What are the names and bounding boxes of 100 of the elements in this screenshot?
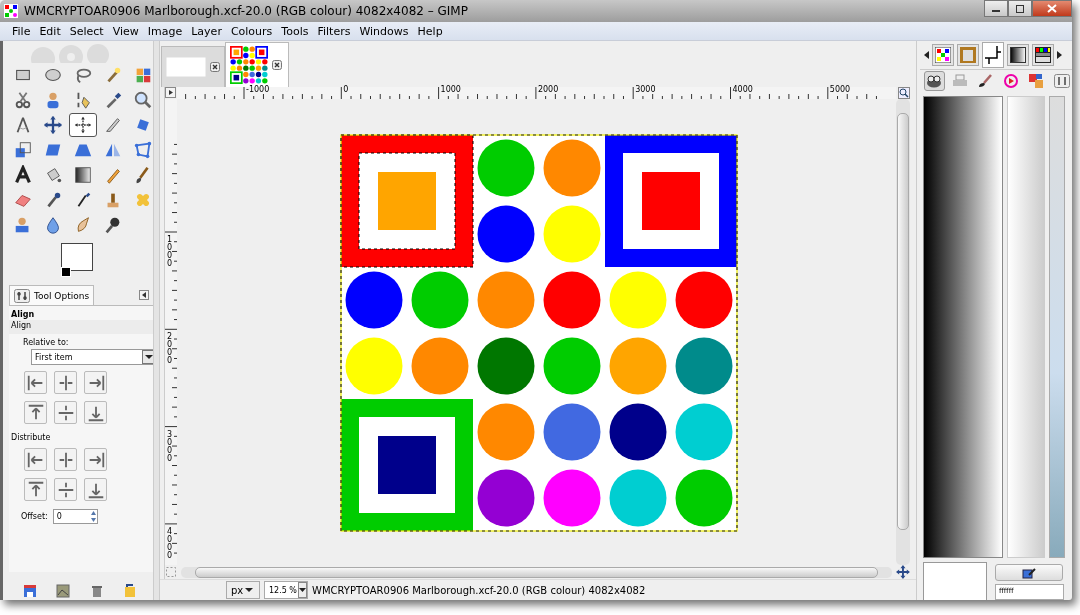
colour-swatch[interactable] bbox=[923, 562, 987, 600]
right-arrow-icon[interactable] bbox=[1057, 51, 1062, 59]
panel-menu-icon[interactable] bbox=[139, 290, 149, 300]
caret-icon bbox=[245, 587, 254, 593]
ruler-label: 2000 bbox=[167, 333, 173, 366]
menu-item[interactable]: File bbox=[8, 24, 36, 38]
reset-icon[interactable] bbox=[123, 584, 138, 598]
artwork-drawing[interactable] bbox=[339, 134, 738, 532]
align-button[interactable] bbox=[24, 401, 47, 424]
scale-icon bbox=[13, 140, 33, 160]
move-icon bbox=[43, 115, 63, 135]
ruler-label: -1000 bbox=[246, 85, 270, 95]
vertical-scrollbar[interactable] bbox=[896, 99, 910, 565]
close-icon bbox=[1047, 4, 1057, 13]
colour-squares-icon bbox=[1029, 74, 1044, 88]
dropper-icon bbox=[1022, 566, 1036, 579]
dock-tab[interactable] bbox=[982, 42, 1004, 68]
status-text: WMCRYPTOAR0906 Marlborough.xcf-20.0 (RGB colour) 4082x4082 bbox=[312, 584, 646, 596]
ruler-label: 3000 bbox=[635, 85, 656, 95]
creature-icon bbox=[926, 74, 943, 88]
distribute-button[interactable] bbox=[84, 448, 107, 471]
navigate-icon[interactable] bbox=[896, 565, 910, 579]
gradient-icon bbox=[73, 165, 93, 185]
panel-title: Align bbox=[10, 309, 36, 320]
sliders-icon bbox=[14, 288, 30, 303]
gradient-icon bbox=[1010, 47, 1026, 63]
menu-item[interactable]: Tools bbox=[277, 24, 314, 38]
menu-item[interactable]: Help bbox=[413, 24, 448, 38]
path-icon bbox=[985, 46, 1001, 64]
zoom-icon[interactable] bbox=[898, 87, 910, 99]
colour-grid-icon bbox=[935, 47, 951, 63]
distribute-button[interactable] bbox=[54, 478, 77, 501]
menu-item[interactable]: Colours bbox=[226, 24, 278, 38]
colour-picker-button[interactable] bbox=[995, 564, 1063, 581]
tab-label: Tool Options bbox=[34, 290, 90, 301]
ruler-label: 4000 bbox=[167, 527, 173, 560]
align-button[interactable] bbox=[84, 401, 107, 424]
section-label: Align bbox=[9, 320, 153, 334]
menu-item[interactable]: View bbox=[108, 24, 144, 38]
ruler-label: 0 bbox=[343, 85, 349, 95]
blank-thumbnail bbox=[166, 57, 206, 77]
section-label: Distribute bbox=[10, 432, 52, 442]
field-label: Offset: bbox=[21, 512, 48, 521]
image-tab[interactable] bbox=[225, 42, 289, 87]
menu-item[interactable]: Windows bbox=[355, 24, 414, 38]
window-title: WMCRYPTOAR0906 Marlborough.xcf-20.0 (RGB colour) 4082x4082 – GIMP bbox=[24, 4, 468, 18]
menu-item[interactable]: Image bbox=[143, 24, 188, 38]
brush-icon bbox=[977, 74, 994, 88]
artwork-thumbnail bbox=[230, 46, 268, 84]
ruler-menu-icon[interactable] bbox=[165, 87, 177, 99]
up-down-arrows-icon bbox=[89, 510, 97, 523]
ruler-label: 5000 bbox=[829, 85, 851, 95]
palette-icon bbox=[1035, 47, 1051, 63]
field-label: Relative to: bbox=[22, 337, 70, 349]
dock-tab[interactable] bbox=[932, 44, 954, 66]
maximize-button[interactable] bbox=[1008, 0, 1032, 17]
trash-icon[interactable] bbox=[89, 584, 104, 598]
printer-icon bbox=[951, 74, 968, 88]
maximize-icon bbox=[1015, 4, 1025, 13]
horizontal-scrollbar[interactable] bbox=[180, 566, 893, 578]
unit-dropdown[interactable]: px bbox=[226, 581, 260, 599]
align-button[interactable] bbox=[54, 401, 77, 424]
close-icon[interactable] bbox=[210, 62, 220, 72]
offset-spinner[interactable]: 0 bbox=[52, 509, 98, 524]
close-icon[interactable] bbox=[272, 60, 282, 70]
minimize-button[interactable] bbox=[984, 0, 1008, 17]
dock-tab[interactable] bbox=[1032, 44, 1054, 66]
menu-item[interactable]: Filters bbox=[313, 24, 356, 38]
zoom-dropdown[interactable]: 12.5 % bbox=[264, 581, 308, 599]
align-button[interactable] bbox=[84, 371, 107, 394]
distribute-button[interactable] bbox=[84, 478, 107, 501]
dock-tab[interactable] bbox=[1007, 44, 1029, 66]
ruler-label: 3000 bbox=[167, 430, 173, 463]
menu-item[interactable]: Layer bbox=[187, 24, 227, 38]
knife-icon bbox=[103, 115, 123, 135]
menu-item[interactable]: Edit bbox=[35, 24, 66, 38]
ruler-label: 1000 bbox=[440, 85, 461, 95]
close-button[interactable] bbox=[1032, 0, 1072, 17]
clipboard-icon bbox=[960, 47, 976, 63]
distribute-button[interactable] bbox=[24, 478, 47, 501]
ruler-label: 1000 bbox=[167, 236, 173, 268]
dock-sub-tab[interactable] bbox=[924, 71, 945, 91]
ruler-label: 4000 bbox=[732, 85, 753, 95]
letter-shape-icon bbox=[13, 165, 33, 185]
distribute-button[interactable] bbox=[54, 448, 77, 471]
scissors-icon bbox=[13, 90, 33, 110]
colour-wheel-icon bbox=[1003, 74, 1018, 88]
align-button[interactable] bbox=[24, 371, 47, 394]
save-icon[interactable] bbox=[22, 584, 37, 598]
tool-options-tab[interactable]: Tool Options bbox=[9, 285, 95, 305]
picture-icon[interactable] bbox=[56, 584, 71, 598]
menu-item[interactable]: Select bbox=[65, 24, 109, 38]
ruler-label: 2000 bbox=[537, 85, 559, 95]
distribute-button[interactable] bbox=[24, 448, 47, 471]
left-arrow-icon[interactable] bbox=[924, 51, 929, 59]
search-icon bbox=[133, 90, 153, 110]
cage-icon bbox=[133, 140, 153, 160]
align-button[interactable] bbox=[54, 371, 77, 394]
app-icon bbox=[4, 4, 18, 18]
tool-button[interactable] bbox=[69, 113, 97, 137]
